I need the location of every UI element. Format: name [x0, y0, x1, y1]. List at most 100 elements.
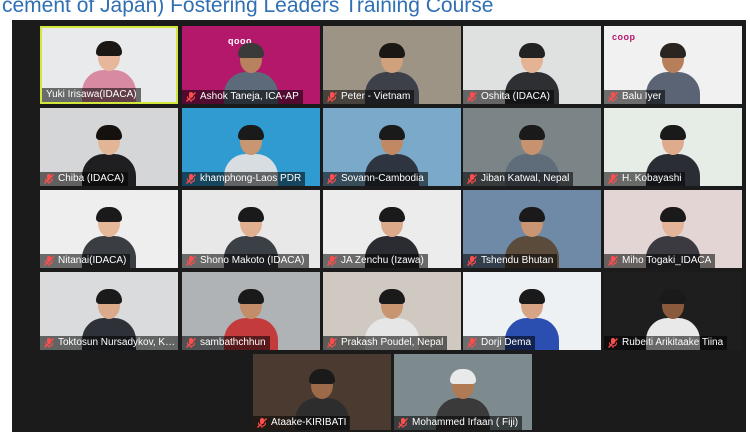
participant-name-tag: JA Zenchu (Izawa) — [323, 254, 428, 268]
mic-muted-icon — [466, 255, 478, 267]
mic-muted-icon — [607, 337, 619, 349]
participant-name: Toktosun Nursadykov, Kyr... — [58, 337, 178, 348]
participant-tile[interactable]: Tshendu Bhutan — [463, 190, 601, 268]
participant-name-tag: H. Kobayashi — [604, 172, 686, 186]
hair — [238, 207, 264, 222]
mic-muted-icon — [185, 173, 197, 185]
participant-tile[interactable]: Jiban Katwal, Nepal — [463, 108, 601, 186]
mic-muted-icon — [607, 173, 619, 185]
hair — [519, 125, 545, 140]
participant-name: Balu Iyer — [622, 91, 662, 102]
participant-name: H. Kobayashi — [622, 173, 682, 184]
mic-muted-icon — [185, 255, 197, 267]
hair — [96, 207, 122, 222]
video-gallery: Yuki Irisawa(IDACA) qooo Ashok Taneja, ICA… — [12, 20, 746, 432]
participant-name: Mohammed Irfaan ( Fiji) — [412, 417, 519, 428]
participant-tile[interactable]: Mohammed Irfaan ( Fiji) — [394, 354, 532, 430]
participant-tile[interactable]: Sovann-Cambodia — [323, 108, 461, 186]
participant-name: Jiban Katwal, Nepal — [481, 173, 570, 184]
hair — [379, 207, 405, 222]
hair — [379, 43, 405, 58]
participant-tile[interactable]: Yuki Irisawa(IDACA) — [40, 26, 178, 104]
participant-name: Ataake-KIRIBATI — [271, 417, 347, 428]
participant-name-tag: Ashok Taneja, ICA-AP — [182, 90, 303, 104]
hair — [238, 125, 264, 140]
participant-tile[interactable]: Nitanai(IDACA) — [40, 190, 178, 268]
hair — [519, 207, 545, 222]
hair — [96, 125, 122, 140]
participant-tile[interactable]: qooo Ashok Taneja, ICA-AP — [182, 26, 320, 104]
participant-tile[interactable]: khamphong-Laos PDR — [182, 108, 320, 186]
participant-tile[interactable]: coop Balu Iyer — [604, 26, 742, 104]
hair — [660, 207, 686, 222]
mic-muted-icon — [326, 91, 338, 103]
hair — [238, 289, 264, 304]
mic-muted-icon — [326, 337, 338, 349]
hair — [660, 125, 686, 140]
mic-muted-icon — [326, 255, 338, 267]
participant-name-tag: Oshita (IDACA) — [463, 90, 554, 104]
hair — [309, 369, 335, 384]
participant-name-tag: Prakash Poudel, Nepal — [323, 336, 448, 350]
participant-name-tag: Yuki Irisawa(IDACA) — [42, 88, 141, 102]
hair — [519, 43, 545, 58]
participant-tile[interactable]: Toktosun Nursadykov, Kyr... — [40, 272, 178, 350]
participant-name: sambathchhun — [200, 337, 266, 348]
participant-tile[interactable]: Chiba (IDACA) — [40, 108, 178, 186]
participant-tile[interactable]: Rubeiti Arikitaake Tiina — [604, 272, 742, 350]
hair — [96, 41, 122, 56]
mic-muted-icon — [466, 173, 478, 185]
participant-name: Dorji Dema — [481, 337, 532, 348]
hair — [379, 289, 405, 304]
participant-name: Shono Makoto (IDACA) — [200, 255, 305, 266]
participant-name: Tshendu Bhutan — [481, 255, 554, 266]
course-title-banner: cement of Japan) Fostering Leaders Train… — [2, 0, 494, 17]
participant-name-tag: Jiban Katwal, Nepal — [463, 172, 574, 186]
hair — [519, 289, 545, 304]
participant-name: Chiba (IDACA) — [58, 173, 125, 184]
participant-name-tag: Balu Iyer — [604, 90, 666, 104]
mic-muted-icon — [326, 173, 338, 185]
participant-name-tag: Ataake-KIRIBATI — [253, 416, 351, 430]
hair — [238, 43, 264, 58]
participant-tile[interactable]: Oshita (IDACA) — [463, 26, 601, 104]
participant-tile[interactable]: Shono Makoto (IDACA) — [182, 190, 320, 268]
hair — [660, 289, 686, 304]
participant-name-tag: Chiba (IDACA) — [40, 172, 129, 186]
participant-name: Rubeiti Arikitaake Tiina — [622, 337, 724, 348]
participant-name: Prakash Poudel, Nepal — [341, 337, 444, 348]
mic-muted-icon — [43, 337, 55, 349]
participant-tile[interactable]: Dorji Dema — [463, 272, 601, 350]
participant-tile[interactable]: Ataake-KIRIBATI — [253, 354, 391, 430]
organization-logo: coop — [612, 32, 636, 42]
participant-name: Sovann-Cambodia — [341, 173, 424, 184]
mic-muted-icon — [466, 337, 478, 349]
mic-muted-icon — [466, 91, 478, 103]
participant-name-tag: Mohammed Irfaan ( Fiji) — [394, 416, 523, 430]
mic-muted-icon — [397, 417, 409, 429]
participant-name-tag: Rubeiti Arikitaake Tiina — [604, 336, 728, 350]
participant-tile[interactable]: Miho Togaki_IDACA — [604, 190, 742, 268]
participant-name: Peter - Vietnam — [341, 91, 411, 102]
participant-name-tag: Dorji Dema — [463, 336, 536, 350]
mic-muted-icon — [185, 91, 197, 103]
participant-name: Nitanai(IDACA) — [58, 255, 127, 266]
participant-name-tag: Shono Makoto (IDACA) — [182, 254, 309, 268]
mic-muted-icon — [185, 337, 197, 349]
participant-tile[interactable]: Prakash Poudel, Nepal — [323, 272, 461, 350]
participant-name-tag: Sovann-Cambodia — [323, 172, 428, 186]
participant-name-tag: Nitanai(IDACA) — [40, 254, 131, 268]
hair — [379, 125, 405, 140]
participant-tile[interactable]: H. Kobayashi — [604, 108, 742, 186]
participant-name: khamphong-Laos PDR — [200, 173, 302, 184]
participant-tile[interactable]: sambathchhun — [182, 272, 320, 350]
mic-muted-icon — [256, 417, 268, 429]
participant-tile[interactable]: JA Zenchu (Izawa) — [323, 190, 461, 268]
participant-name: Ashok Taneja, ICA-AP — [200, 91, 299, 102]
participant-name: JA Zenchu (Izawa) — [341, 255, 424, 266]
participant-name: Yuki Irisawa(IDACA) — [46, 89, 137, 100]
mic-muted-icon — [43, 173, 55, 185]
participant-name-tag: Tshendu Bhutan — [463, 254, 558, 268]
participant-tile[interactable]: Peter - Vietnam — [323, 26, 461, 104]
mic-muted-icon — [607, 91, 619, 103]
